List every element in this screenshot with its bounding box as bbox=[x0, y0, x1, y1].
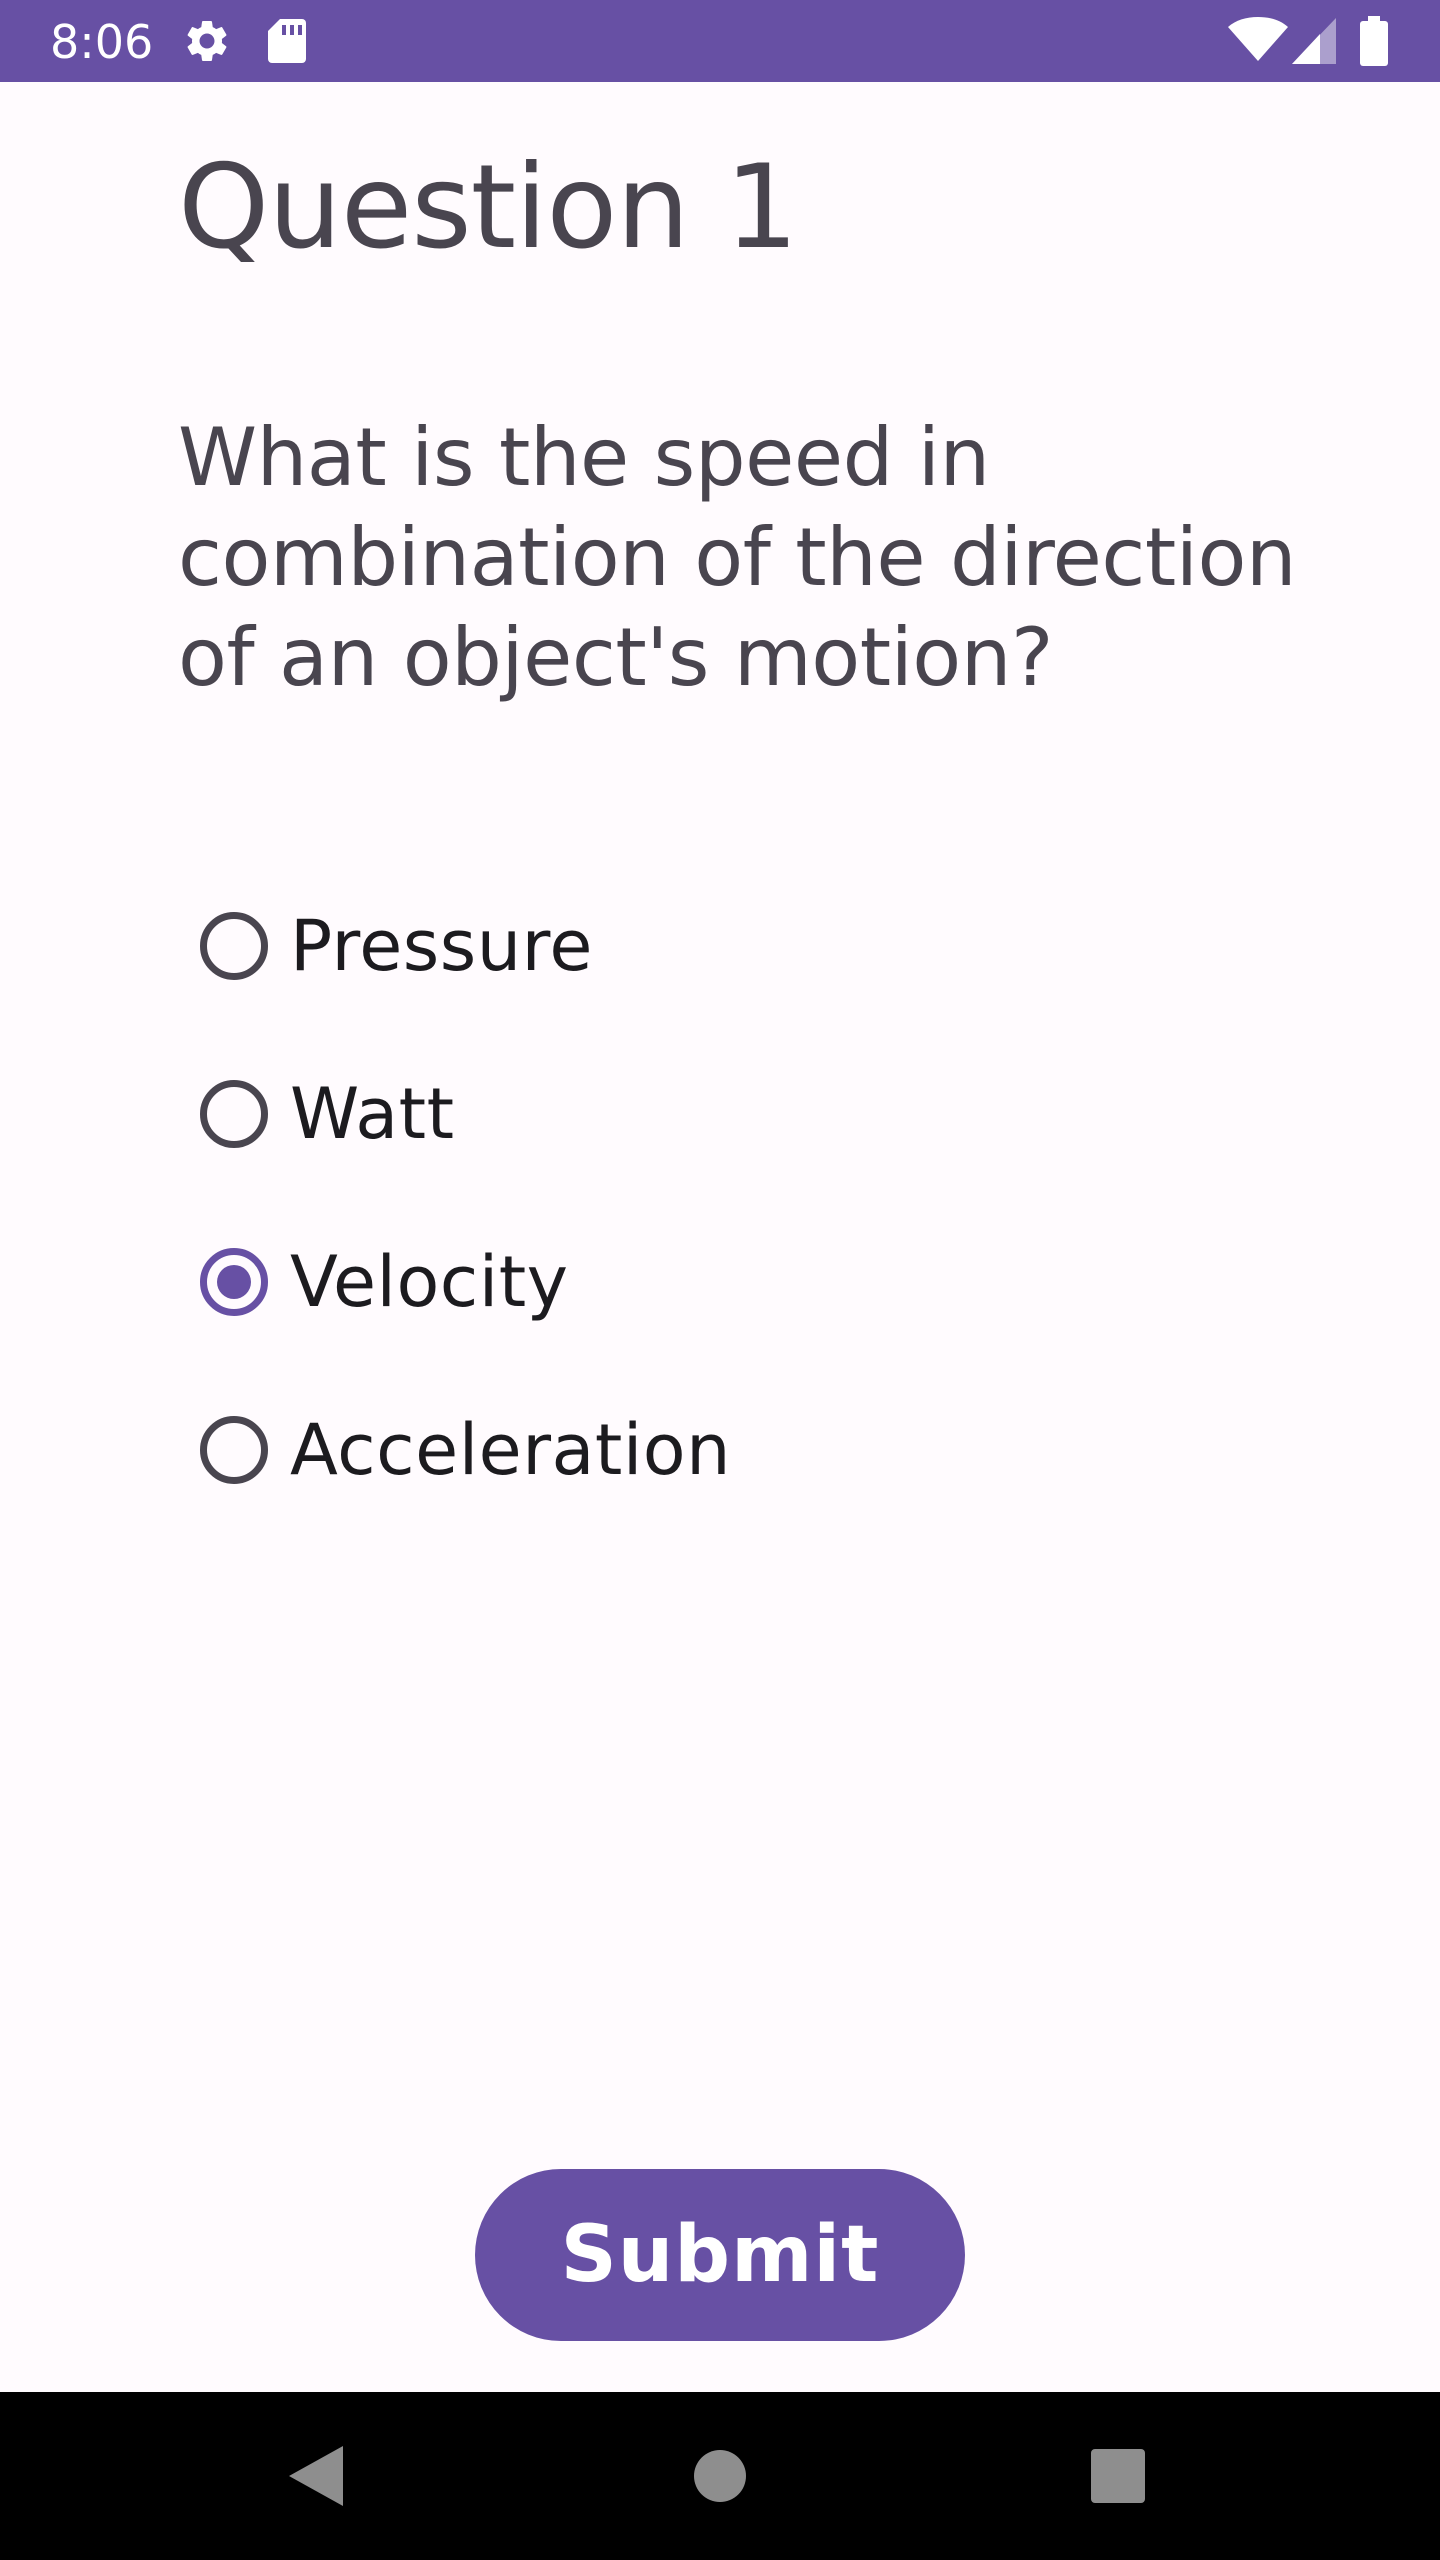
status-time: 8:06 bbox=[50, 15, 154, 69]
wifi-icon bbox=[1228, 0, 1288, 82]
option-label: Watt bbox=[290, 1073, 455, 1155]
cell-signal-icon bbox=[1292, 0, 1336, 82]
home-icon[interactable] bbox=[650, 2392, 790, 2560]
question-title: Question 1 bbox=[178, 140, 799, 275]
recents-icon[interactable] bbox=[1048, 2392, 1188, 2560]
battery-icon bbox=[1360, 0, 1388, 82]
option-acceleration[interactable]: Acceleration bbox=[176, 1366, 1076, 1534]
sd-card-icon bbox=[264, 0, 308, 82]
option-velocity[interactable]: Velocity bbox=[176, 1198, 1076, 1366]
gear-icon bbox=[182, 0, 232, 82]
radio-button[interactable] bbox=[200, 1416, 268, 1484]
answer-options: Pressure Watt Velocity Acceleration bbox=[176, 862, 1076, 1534]
submit-button[interactable]: Submit bbox=[475, 2169, 965, 2341]
status-bar: 8:06 bbox=[0, 0, 1440, 82]
radio-button[interactable] bbox=[200, 1080, 268, 1148]
navigation-bar bbox=[0, 2392, 1440, 2560]
radio-button[interactable] bbox=[200, 912, 268, 980]
radio-button[interactable] bbox=[200, 1248, 268, 1316]
option-watt[interactable]: Watt bbox=[176, 1030, 1076, 1198]
option-label: Velocity bbox=[290, 1241, 569, 1323]
back-icon[interactable] bbox=[246, 2392, 386, 2560]
option-label: Pressure bbox=[290, 905, 593, 987]
option-label: Acceleration bbox=[290, 1409, 731, 1491]
question-text: What is the speed in combination of the … bbox=[178, 411, 1297, 704]
option-pressure[interactable]: Pressure bbox=[176, 862, 1076, 1030]
